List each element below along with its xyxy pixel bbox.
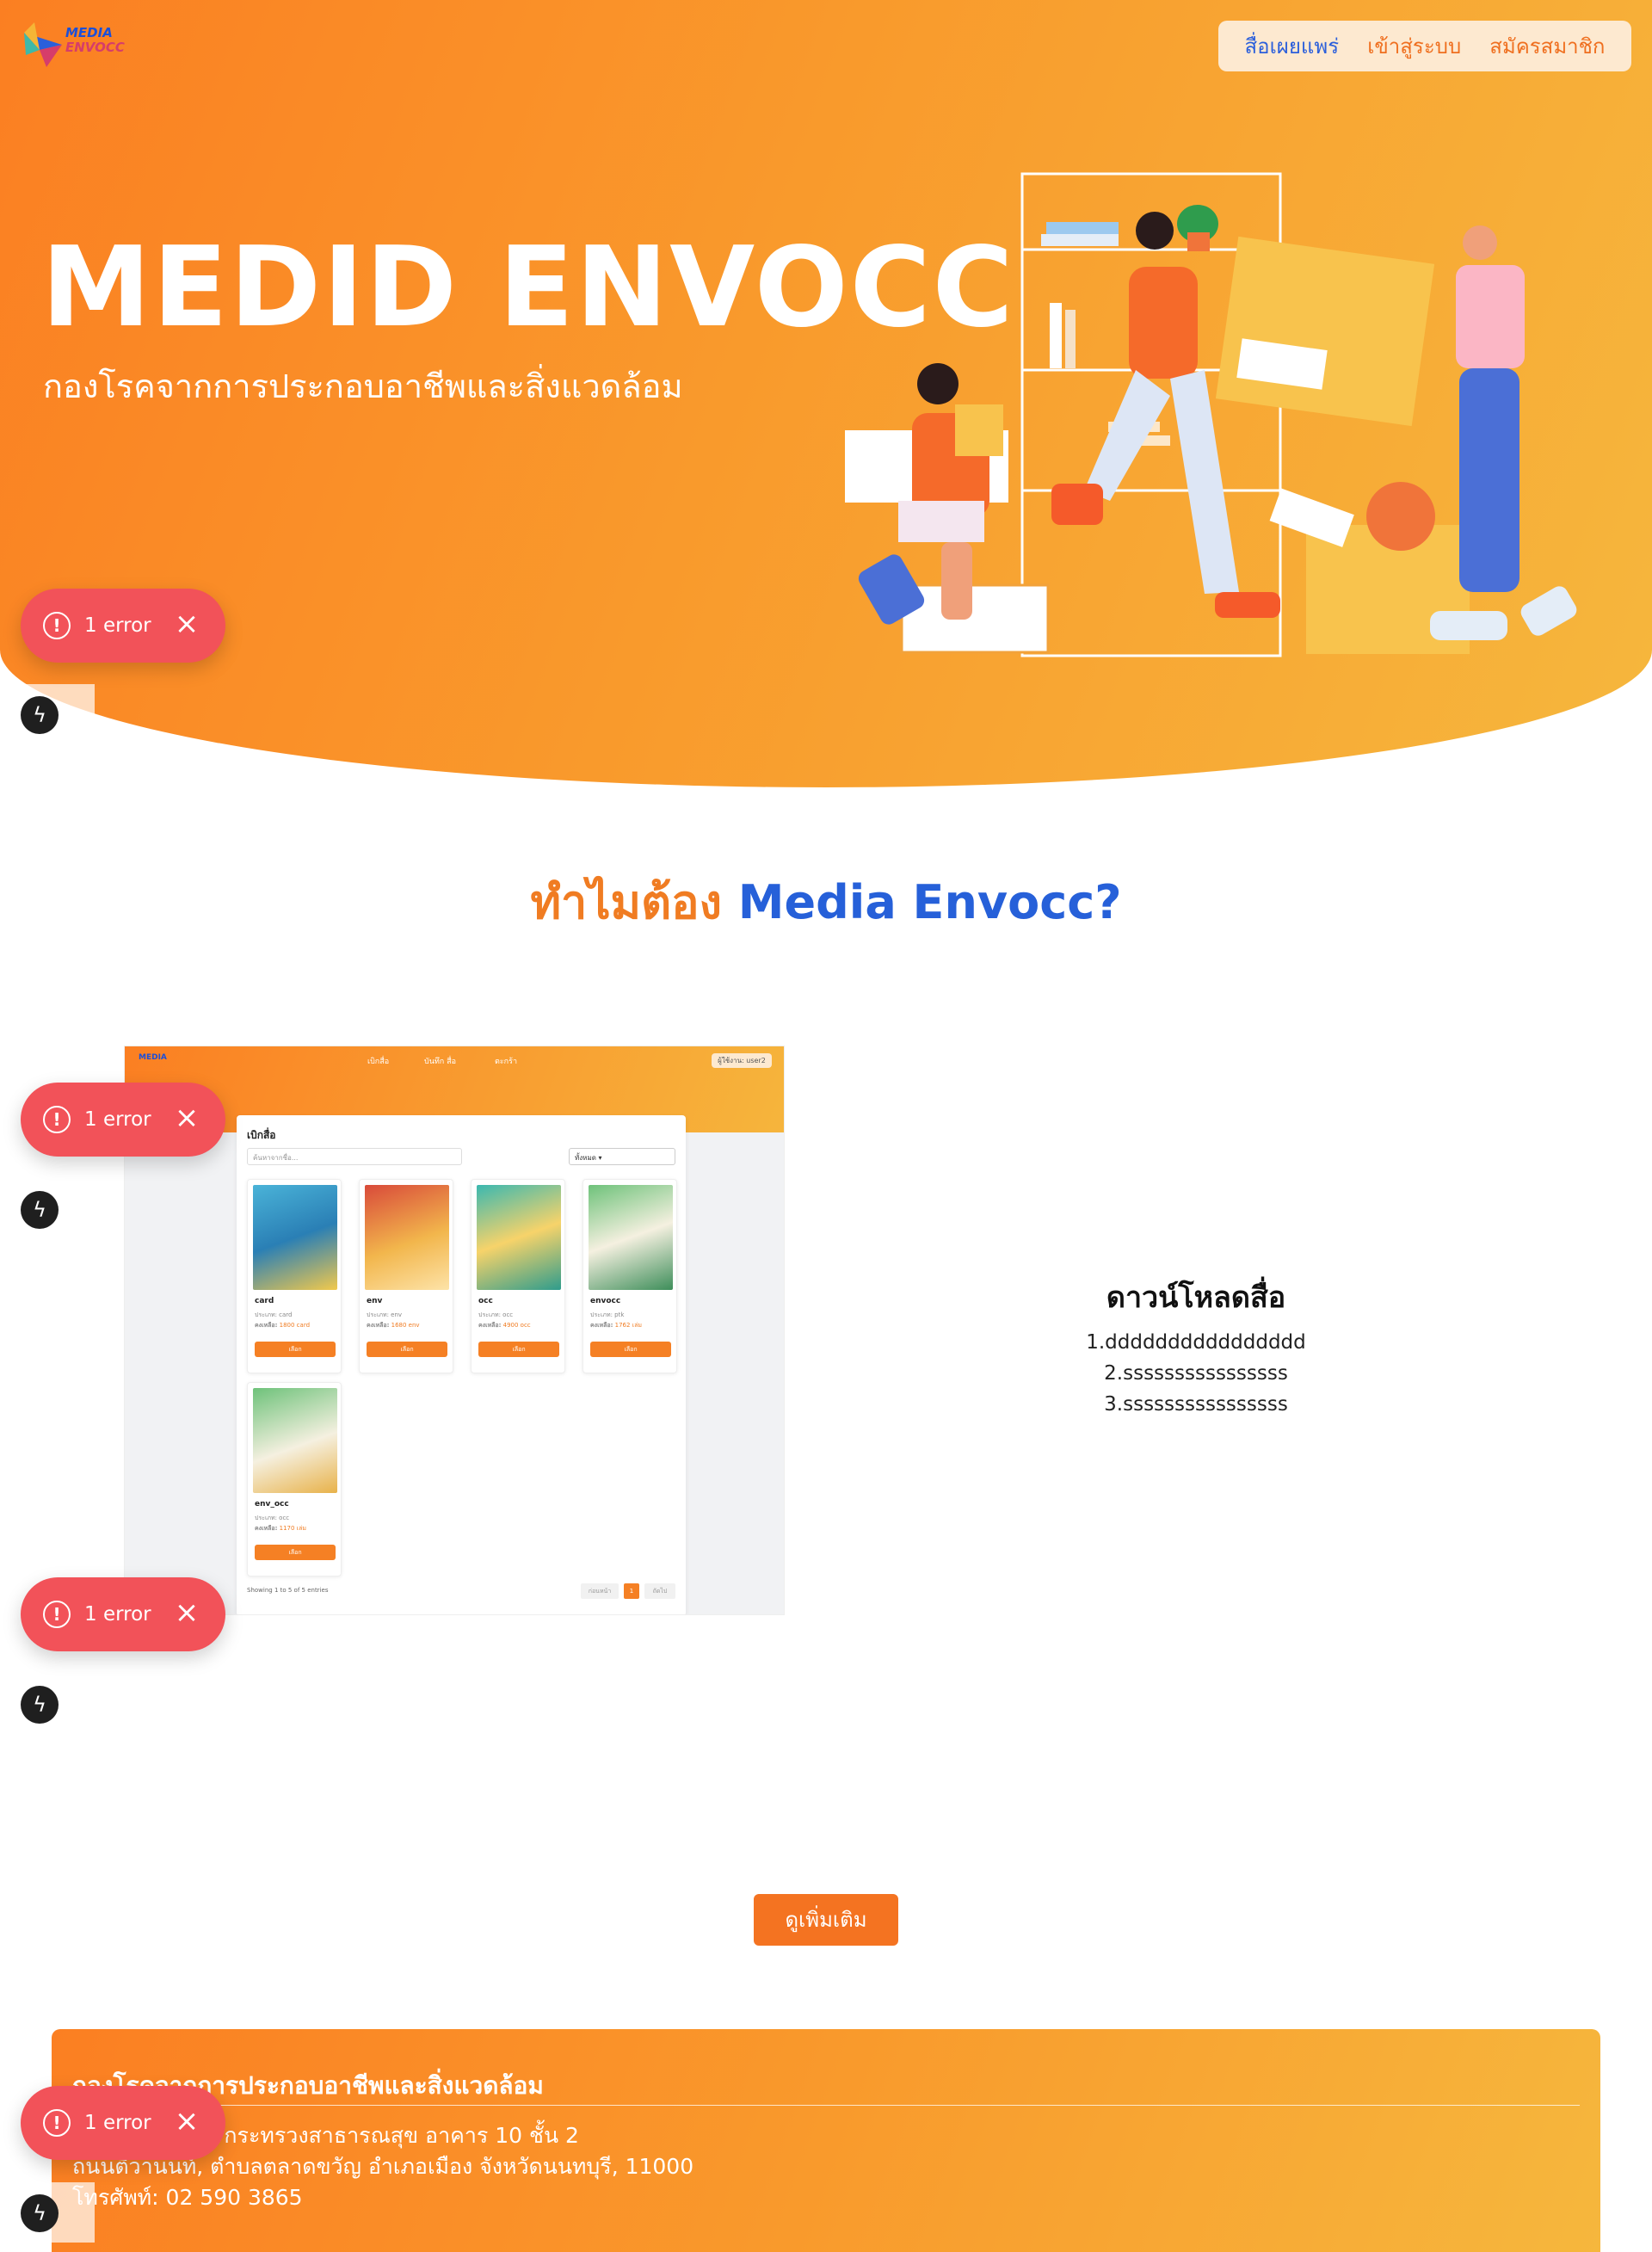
preview-card-stock: คงเหลือ: 1680 env (367, 1321, 420, 1330)
error-toast[interactable]: ! 1 error × (21, 1577, 225, 1651)
lightning-icon[interactable]: ϟ (21, 2194, 59, 2232)
preview-card: card ประเภท: card คงเหลือ: 1800 card เลื… (247, 1179, 342, 1373)
preview-card-stock: คงเหลือ: 1762 เล่ม (590, 1321, 642, 1330)
preview-card-button: เลือก (255, 1342, 336, 1357)
download-section: ดาวน์โหลดสื่อ 1.dddddddddddddddd 2.sssss… (938, 1274, 1454, 1420)
media-envocc-logo[interactable]: MEDIA ENVOCC (22, 21, 134, 72)
preview-card-stock-label: คงเหลือ: (590, 1322, 613, 1329)
logo-line1: MEDIA (65, 25, 113, 40)
download-item: 1.dddddddddddddddd (1086, 1331, 1306, 1354)
preview-card-stock: คงเหลือ: 4900 occ (478, 1321, 531, 1330)
logo-line2: ENVOCC (65, 40, 125, 55)
preview-card-thumbnail (365, 1185, 449, 1290)
logo-mark-icon (24, 22, 62, 67)
error-toast-label: 1 error (84, 614, 151, 637)
close-icon[interactable]: × (172, 609, 201, 639)
preview-user-badge: ผู้ใช้งาน: user2 (712, 1053, 772, 1068)
preview-card: env_occ ประเภท: occ คงเหลือ: 1170 เล่ม เ… (247, 1382, 342, 1576)
preview-card-name: env_occ (255, 1500, 289, 1509)
error-circle-icon: ! (43, 1106, 71, 1133)
preview-panel: เบิกสื่อ ค้นหาจากชื่อ... ทั้งหมด ▾ card … (237, 1115, 686, 1614)
error-toast-label: 1 error (84, 2112, 151, 2134)
nav-register[interactable]: สมัครสมาชิก (1489, 29, 1605, 63)
preview-card-button: เลือก (367, 1342, 447, 1357)
preview-pager-page: 1 (624, 1583, 639, 1599)
preview-card: env ประเภท: env คงเหลือ: 1680 env เลือก (359, 1179, 453, 1373)
error-circle-icon: ! (43, 612, 71, 639)
why-heading: ทำไมต้อง Media Envocc? (0, 865, 1652, 939)
preview-pager-prev: ก่อนหน้า (581, 1583, 619, 1599)
preview-pager-next: ถัดไป (644, 1583, 675, 1599)
hero-subtitle: กองโรคจากการประกอบอาชีพและสิ่งแวดล้อม (43, 367, 683, 405)
footer-phone: โทรศัพท์: 02 590 3865 (72, 2185, 303, 2210)
error-toast[interactable]: ! 1 error × (21, 2086, 225, 2160)
preview-card-stock-label: คงเหลือ: (367, 1322, 390, 1329)
preview-card-name: card (255, 1297, 274, 1305)
preview-card-stock-label: คงเหลือ: (478, 1322, 502, 1329)
preview-nav-item: บันทึก สื่อ (424, 1058, 457, 1066)
error-toast-label: 1 error (84, 1603, 151, 1626)
lightning-icon[interactable]: ϟ (21, 696, 59, 734)
error-toast[interactable]: ! 1 error × (21, 589, 225, 663)
preview-nav-item: ตะกร้า (495, 1058, 518, 1066)
people-moving-boxes-illustration (845, 172, 1577, 657)
preview-card-type: ประเภท: occ (478, 1311, 514, 1318)
preview-card-stock: คงเหลือ: 1800 card (255, 1321, 310, 1330)
why-prefix: ทำไมต้อง (530, 875, 722, 929)
preview-nav-item: เบิกสื่อ (367, 1058, 390, 1066)
preview-card-stock-value: 1762 เล่ม (614, 1322, 642, 1329)
preview-card-thumbnail (477, 1185, 561, 1290)
preview-card-thumbnail (253, 1388, 337, 1493)
preview-card-type: ประเภท: occ (255, 1515, 290, 1521)
preview-search-input: ค้นหาจากชื่อ... (247, 1148, 462, 1165)
preview-card-stock-value: 1800 card (279, 1322, 311, 1329)
close-icon[interactable]: × (172, 1103, 201, 1132)
preview-entries-text: Showing 1 to 5 of 5 entries (247, 1587, 329, 1594)
preview-filter-select: ทั้งหมด ▾ (569, 1148, 675, 1165)
see-more-button[interactable]: ดูเพิ่มเติม (754, 1894, 898, 1946)
preview-card-stock-label: คงเหลือ: (255, 1525, 278, 1532)
preview-card-type: ประเภท: env (367, 1311, 403, 1318)
preview-card: envocc ประเภท: ptk คงเหลือ: 1762 เล่ม เล… (583, 1179, 677, 1373)
preview-logo: MEDIA (139, 1053, 167, 1062)
close-icon[interactable]: × (172, 1598, 201, 1627)
preview-card-name: envocc (590, 1297, 621, 1305)
preview-card-button: เลือก (478, 1342, 559, 1357)
error-toast[interactable]: ! 1 error × (21, 1083, 225, 1157)
preview-card-stock-value: 1170 เล่ม (279, 1525, 306, 1532)
preview-card-stock-value: 1680 env (391, 1322, 420, 1329)
hero-section: MEDIA ENVOCC สื่อเผยแพร่ เข้าสู่ระบบ สมั… (0, 0, 1652, 787)
preview-card-thumbnail (589, 1185, 673, 1290)
nav-media[interactable]: สื่อเผยแพร่ (1245, 29, 1340, 63)
preview-card-name: env (367, 1297, 383, 1305)
preview-card-thumbnail (253, 1185, 337, 1290)
error-circle-icon: ! (43, 2109, 71, 2137)
preview-card-name: occ (478, 1297, 493, 1305)
preview-card-button: เลือก (255, 1545, 336, 1560)
lightning-icon[interactable]: ϟ (21, 1191, 59, 1229)
download-item: 2.ssssssssssssssss (1104, 1362, 1288, 1385)
preview-card-button: เลือก (590, 1342, 671, 1357)
error-toast-label: 1 error (84, 1108, 151, 1131)
why-brand: Media Envocc? (737, 875, 1122, 929)
preview-card-type: ประเภท: ptk (590, 1311, 625, 1318)
lightning-icon[interactable]: ϟ (21, 1686, 59, 1724)
preview-card-stock: คงเหลือ: 1170 เล่ม (255, 1524, 306, 1533)
preview-card-stock-value: 4900 occ (502, 1322, 531, 1329)
download-item: 3.ssssssssssssssss (1104, 1393, 1288, 1416)
nav-login[interactable]: เข้าสู่ระบบ (1367, 29, 1461, 63)
download-title: ดาวน์โหลดสื่อ (1106, 1280, 1286, 1315)
preview-card-stock-label: คงเหลือ: (255, 1322, 278, 1329)
footer-divider (72, 2105, 1580, 2106)
close-icon[interactable]: × (172, 2107, 201, 2136)
preview-heading: เบิกสื่อ (247, 1129, 276, 1141)
preview-filter-value: ทั้งหมด (575, 1154, 596, 1162)
footer: กองโรคจากการประกอบอาชีพและสิ่งแวดล้อม กร… (52, 2029, 1600, 2252)
preview-card: occ ประเภท: occ คงเหลือ: 4900 occ เลือก (471, 1179, 565, 1373)
preview-card-type: ประเภท: card (255, 1311, 293, 1318)
error-circle-icon: ! (43, 1601, 71, 1628)
top-nav: สื่อเผยแพร่ เข้าสู่ระบบ สมัครสมาชิก (1218, 21, 1631, 71)
